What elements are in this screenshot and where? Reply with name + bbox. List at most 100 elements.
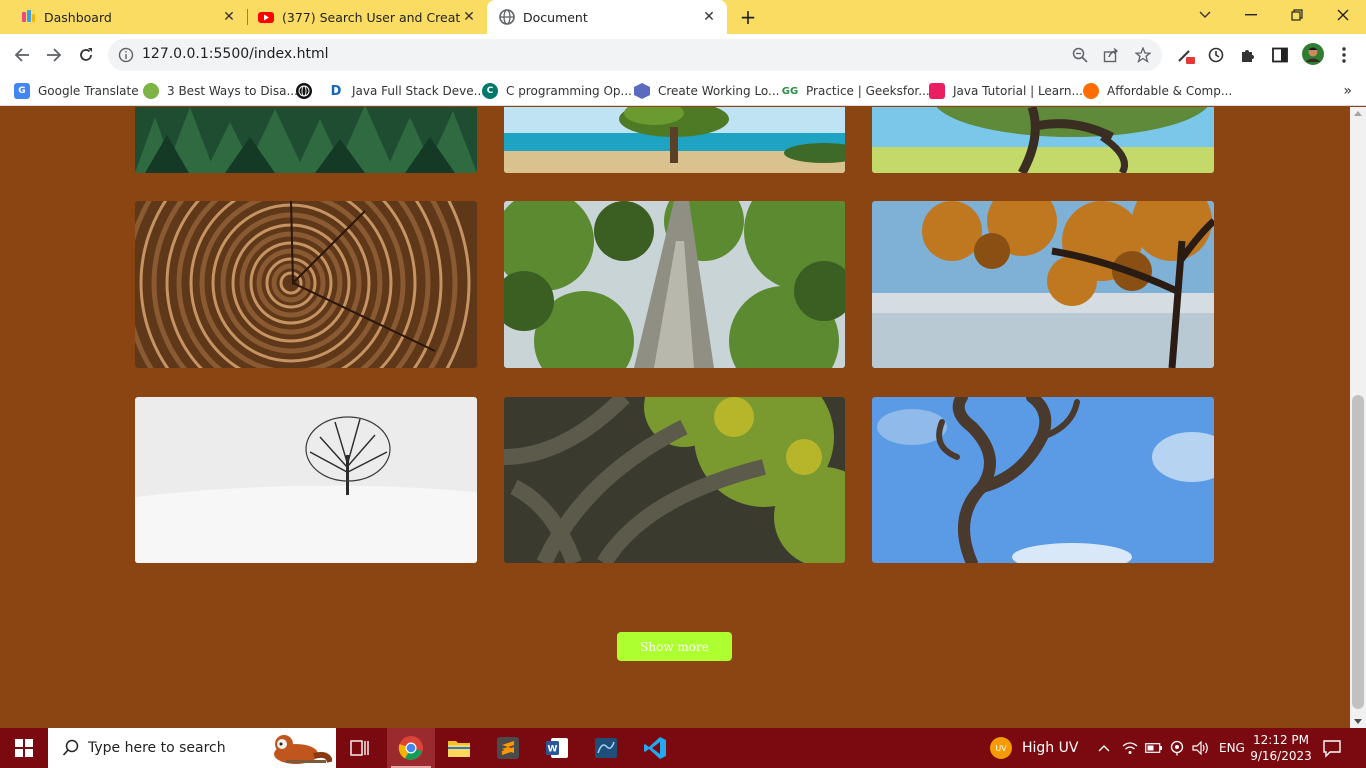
profile-avatar[interactable] [1302,43,1324,65]
scroll-down-arrow-icon[interactable] [1354,719,1362,724]
gallery-image-wood-rings [135,201,477,368]
taskbar-sublime-text[interactable] [484,728,532,768]
bookmark-star-icon[interactable] [1134,46,1152,64]
taskbar-search[interactable]: Type here to search [48,728,336,768]
taskbar-clock[interactable]: 12:12 PM 9/16/2023 [1248,732,1314,764]
c-icon: C [482,83,498,99]
taskbar-vscode[interactable] [631,728,679,768]
side-panel-icon[interactable] [1270,45,1290,65]
bookmark-c-programming[interactable]: C C programming Op... [482,81,632,101]
url-text: 127.0.0.1:5500/index.html [142,46,329,62]
wifi-icon[interactable] [1122,728,1138,768]
weather-widget[interactable]: UV High UV [990,728,1078,768]
bookmark-label: Java Tutorial | Learn... [953,84,1083,98]
sublime-icon [497,737,519,759]
bookmark-create-working[interactable]: Create Working Lo... [634,81,780,101]
tab-document[interactable]: Document ✕ [487,0,727,34]
youtube-favicon [258,9,274,25]
sync-extension-icon[interactable] [1206,45,1226,65]
reload-button[interactable] [73,42,99,68]
globe-favicon [499,9,515,25]
tab-youtube[interactable]: (377) Search User and Create Cha ✕ [238,0,487,34]
scrollbar-thumb[interactable] [1352,395,1364,709]
show-hidden-icons-icon[interactable] [1098,728,1110,768]
scroll-up-arrow-icon[interactable] [1354,111,1362,116]
volume-icon[interactable] [1192,728,1210,768]
bookmark-label: C programming Op... [506,84,632,98]
bookmark-affordable[interactable]: Affordable & Comp... [1083,81,1232,101]
address-bar[interactable]: 127.0.0.1:5500/index.html [108,39,1162,71]
red-panda-icon [266,730,333,768]
globe-icon [296,83,312,99]
input-language[interactable]: ENG [1219,728,1245,768]
tab-dashboard[interactable]: Dashboard ✕ [0,0,247,34]
clock-date: 9/16/2023 [1250,749,1312,763]
bookmark-best-ways[interactable]: 3 Best Ways to Disa... [143,81,298,101]
tab-search-icon[interactable] [1182,0,1228,30]
windows-logo-icon [15,739,33,757]
back-button[interactable] [9,42,35,68]
bookmark-google-translate[interactable]: G Google Translate [14,81,139,101]
show-more-button[interactable]: Show more [617,632,732,661]
gallery-image-tree-over-water [872,107,1214,173]
d-icon: D [328,83,344,99]
site-info-icon[interactable] [118,47,134,63]
google-translate-icon: G [14,83,30,99]
chrome-icon [398,736,423,760]
gallery-image-winter-lone-tree [135,397,477,563]
task-view-icon[interactable] [336,728,384,768]
folder-icon [448,741,470,757]
word-icon: W [546,738,568,758]
notification-center-icon[interactable] [1322,738,1342,758]
orange-circle-icon [1083,83,1099,99]
bookmark-label: 3 Best Ways to Disa... [167,84,298,98]
bookmark-label: Practice | Geeksfor... [806,84,930,98]
dashboard-favicon [20,9,36,25]
close-icon[interactable]: ✕ [701,9,717,25]
bookmark-java-tutorial[interactable]: Java Tutorial | Learn... [929,81,1083,101]
minimize-icon[interactable] [1228,0,1274,30]
new-tab-button[interactable]: + [738,5,758,29]
svg-text:W: W [548,745,558,755]
gallery-image-autumn-tree-lake [872,201,1214,368]
chevron-double-right-icon[interactable]: » [1343,83,1352,99]
tab-label: Dashboard [44,9,112,25]
taskbar-file-explorer[interactable] [435,728,483,768]
bookmark-globe[interactable] [296,81,320,101]
taskbar-word[interactable]: W [533,728,581,768]
bookmark-label: Java Full Stack Deve... [352,84,486,98]
tab-label: Document [523,9,588,25]
taskbar-chrome[interactable] [387,728,435,768]
bookmark-label: Affordable & Comp... [1107,84,1233,98]
close-icon[interactable]: ✕ [221,9,237,25]
browser-toolbar: 127.0.0.1:5500/index.html [0,34,1366,76]
avatar-icon [143,83,159,99]
menu-kebab-icon[interactable] [1334,45,1354,65]
close-window-icon[interactable] [1320,0,1366,30]
restore-icon[interactable] [1274,0,1320,30]
gallery-image-bare-twisted-tree [872,397,1214,563]
bookmarks-bar: G Google Translate 3 Best Ways to Disa..… [0,76,1366,106]
start-button[interactable] [0,728,48,768]
hexagon-icon [634,83,650,99]
mysql-workbench-icon [595,738,617,758]
zoom-icon[interactable] [1071,46,1089,64]
extensions-puzzle-icon[interactable] [1238,45,1258,65]
bookmark-geeksforgeeks[interactable]: GG Practice | Geeksfor... [782,81,930,101]
cube-icon [929,83,945,99]
bookmark-java-full-stack[interactable]: D Java Full Stack Deve... [328,81,485,101]
battery-icon[interactable] [1145,728,1163,768]
eyedropper-extension-icon[interactable] [1176,45,1196,65]
gallery-image-beach-tree [504,107,845,173]
taskbar-mysql[interactable] [582,728,630,768]
close-icon[interactable]: ✕ [461,9,477,25]
tab-strip: Dashboard ✕ (377) Search User and Create… [0,0,1366,34]
webcam-icon[interactable] [1170,728,1184,768]
share-icon[interactable] [1102,46,1120,64]
gallery-image-beech-branches [504,397,845,563]
search-placeholder: Type here to search [88,740,226,756]
forward-button[interactable] [41,42,67,68]
page-scrollbar[interactable] [1350,107,1366,728]
search-icon [62,739,80,757]
bookmark-label: Google Translate [38,84,139,98]
